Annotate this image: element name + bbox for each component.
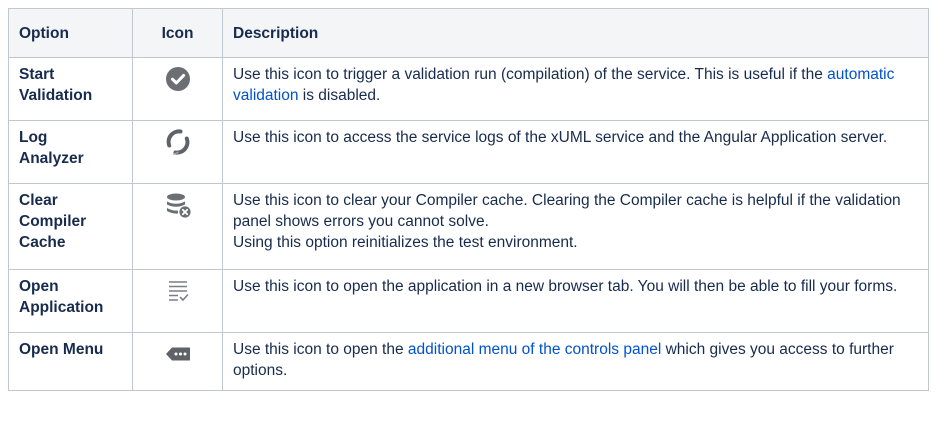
more-menu-icon xyxy=(164,340,192,368)
header-description: Description xyxy=(222,8,929,58)
option-name: Open Application xyxy=(8,269,133,333)
header-icon: Icon xyxy=(132,8,223,58)
table-header-row: Option Icon Description xyxy=(8,8,929,58)
option-description: Use this icon to open the additional men… xyxy=(222,332,929,391)
option-description: Use this icon to open the application in… xyxy=(222,269,929,333)
table-row: Open Menu Use this icon to open the addi… xyxy=(8,332,929,391)
options-table: Option Icon Description Start Validation… xyxy=(8,8,929,391)
table-row: Clear Compiler Cache Use this icon to cl… xyxy=(8,183,929,270)
icon-cell xyxy=(132,183,223,270)
check-circle-icon xyxy=(164,65,192,93)
table-row: Log Analyzer Use this icon to access the… xyxy=(8,120,929,184)
open-application-icon xyxy=(164,277,192,305)
icon-cell xyxy=(132,120,223,184)
icon-cell xyxy=(132,269,223,333)
option-name: Log Analyzer xyxy=(8,120,133,184)
icon-cell xyxy=(132,332,223,391)
database-clear-icon xyxy=(164,191,192,219)
table-row: Open Application Use this icon to open t… xyxy=(8,269,929,333)
option-name: Clear Compiler Cache xyxy=(8,183,133,270)
option-name: Open Menu xyxy=(8,332,133,391)
option-description: Use this icon to trigger a validation ru… xyxy=(222,57,929,121)
header-option: Option xyxy=(8,8,133,58)
option-description: Use this icon to access the service logs… xyxy=(222,120,929,184)
icon-cell xyxy=(132,57,223,121)
log-analyzer-icon xyxy=(164,128,192,156)
option-name: Start Validation xyxy=(8,57,133,121)
additional-menu-link[interactable]: additional menu of the controls panel xyxy=(408,341,661,358)
option-description: Use this icon to clear your Compiler cac… xyxy=(222,183,929,270)
table-row: Start Validation Use this icon to trigge… xyxy=(8,57,929,121)
